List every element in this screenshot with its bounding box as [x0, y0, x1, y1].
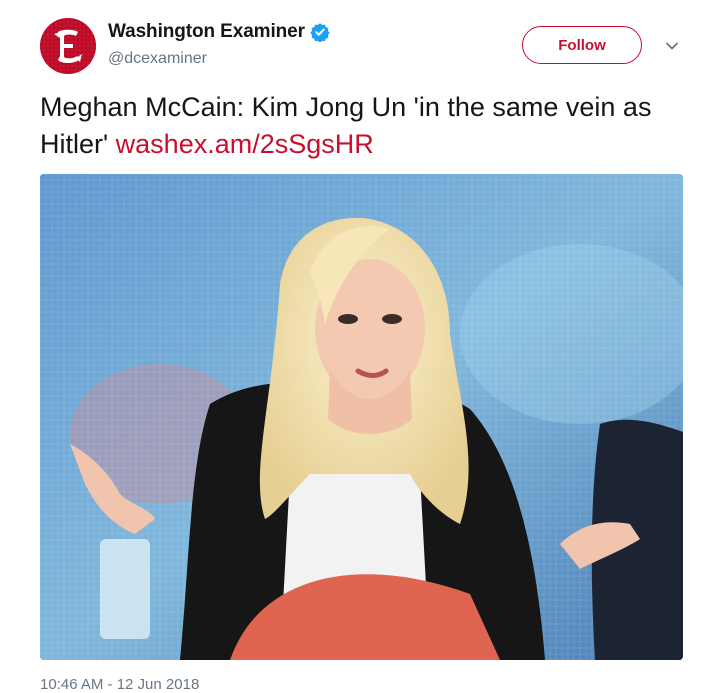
chevron-down-icon[interactable] — [664, 38, 680, 54]
account-handle[interactable]: @dcexaminer — [108, 50, 207, 68]
verified-badge-icon — [310, 23, 330, 42]
account-avatar[interactable] — [40, 18, 96, 74]
tweet-card: Washington Examiner @dcexaminer Follow M… — [0, 0, 721, 693]
tweet-timestamp[interactable]: 10:46 AM - 12 Jun 2018 — [40, 676, 199, 693]
display-name[interactable]: Washington Examiner — [108, 21, 305, 43]
gothic-letter-e-logo-icon — [40, 18, 96, 74]
tweet-link[interactable]: washex.am/2sSgsHR — [116, 129, 374, 159]
follow-button[interactable]: Follow — [522, 26, 642, 64]
account-name-row[interactable]: Washington Examiner — [108, 21, 330, 43]
tweet-text: Meghan McCain: Kim Jong Un 'in the same … — [40, 89, 690, 163]
tweet-photo[interactable] — [40, 174, 683, 660]
photo-illustration — [40, 174, 683, 660]
